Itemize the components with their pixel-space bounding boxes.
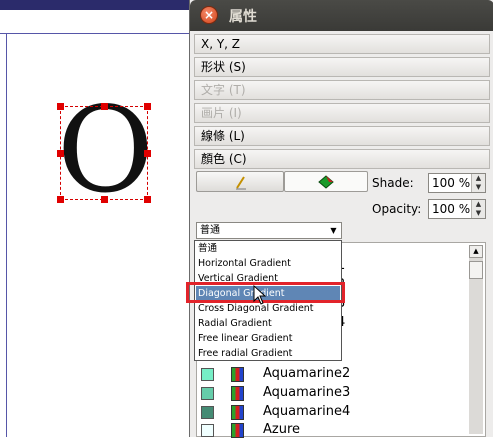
list-scrollbar[interactable]: ▲ [469, 245, 483, 434]
opacity-value[interactable]: 100 % [432, 202, 470, 216]
resize-handle-w[interactable] [57, 150, 64, 157]
menu-item-radial-gradient[interactable]: Radial Gradient [198, 316, 272, 331]
color-name: Aquamarine2 [263, 366, 351, 381]
fill-color-button[interactable] [284, 171, 368, 192]
color-name: Azure [263, 422, 301, 437]
properties-window: × 属性 X, Y, Z 形状 (S) 文字 (T) 画片 (I) 線條 (L)… [189, 0, 493, 440]
shade-stepper[interactable]: ▲ ▼ [471, 174, 485, 192]
resize-handle-e[interactable] [144, 150, 151, 157]
shade-value[interactable]: 100 % [432, 176, 470, 190]
menu-item-free-radial-gradient[interactable]: Free radial Gradient [198, 346, 292, 361]
down-arrow-icon[interactable]: ▼ [472, 209, 485, 218]
section-colors[interactable]: 顏色 (C) [194, 149, 490, 169]
section-shape[interactable]: 形状 (S) [194, 57, 490, 77]
resize-handle-nw[interactable] [57, 103, 64, 110]
list-item[interactable]: Aquamarine3 [197, 384, 467, 403]
chevron-down-icon[interactable]: ▼ [328, 225, 339, 236]
resize-handle-n[interactable] [101, 103, 108, 110]
gradient-selected-value: 普通 [200, 225, 220, 236]
scroll-thumb[interactable] [469, 261, 483, 279]
color-swatch [201, 368, 214, 381]
shade-spinner[interactable]: 100 % ▲ ▼ [428, 173, 486, 193]
selection-frame[interactable] [60, 106, 148, 200]
section-image: 画片 (I) [194, 103, 490, 123]
color-swatch [201, 387, 214, 400]
section-line[interactable]: 線條 (L) [194, 126, 490, 146]
page-margin-left [6, 34, 7, 437]
window-title: 属性 [229, 9, 257, 25]
mouse-pointer-icon [253, 285, 267, 305]
color-name: Aquamarine3 [263, 385, 351, 400]
resize-handle-s[interactable] [101, 196, 108, 203]
cmyk-icon [231, 386, 244, 401]
canvas-top-bar [0, 0, 200, 10]
color-swatch [201, 424, 214, 437]
color-name: Aquamarine4 [263, 404, 351, 419]
list-item[interactable]: Aquamarine4 [197, 403, 467, 422]
resize-handle-se[interactable] [144, 196, 151, 203]
section-text: 文字 (T) [194, 80, 490, 100]
gradient-type-select[interactable]: 普通 ▼ [196, 222, 342, 239]
window-titlebar[interactable]: × 属性 [190, 0, 493, 31]
opacity-label: Opacity: [372, 202, 422, 216]
menu-item-normal[interactable]: 普通 [198, 241, 217, 256]
close-button[interactable]: × [200, 6, 218, 24]
document-canvas[interactable]: O [0, 0, 200, 437]
list-item[interactable]: Aquamarine2 [197, 365, 467, 384]
scroll-up-icon[interactable]: ▲ [469, 245, 483, 258]
paint-bucket-icon [318, 175, 334, 189]
cmyk-icon [231, 367, 244, 382]
color-swatch [201, 406, 214, 419]
line-color-button[interactable] [196, 171, 284, 192]
resize-handle-ne[interactable] [144, 103, 151, 110]
opacity-stepper[interactable]: ▲ ▼ [471, 200, 485, 218]
up-arrow-icon[interactable]: ▲ [472, 200, 485, 209]
list-item[interactable]: Azure [197, 421, 467, 440]
up-arrow-icon[interactable]: ▲ [472, 174, 485, 183]
opacity-spinner[interactable]: 100 % ▲ ▼ [428, 199, 486, 219]
cmyk-icon [231, 405, 244, 420]
menu-item-free-linear-gradient[interactable]: Free linear Gradient [198, 331, 292, 346]
section-xyz[interactable]: X, Y, Z [194, 34, 490, 54]
down-arrow-icon[interactable]: ▼ [472, 183, 485, 192]
menu-item-horizontal-gradient[interactable]: Horizontal Gradient [198, 256, 291, 271]
shade-label: Shade: [372, 176, 414, 190]
cmyk-icon [231, 423, 244, 438]
resize-handle-sw[interactable] [57, 196, 64, 203]
page-margin-top [0, 33, 200, 34]
pen-icon [236, 176, 246, 190]
